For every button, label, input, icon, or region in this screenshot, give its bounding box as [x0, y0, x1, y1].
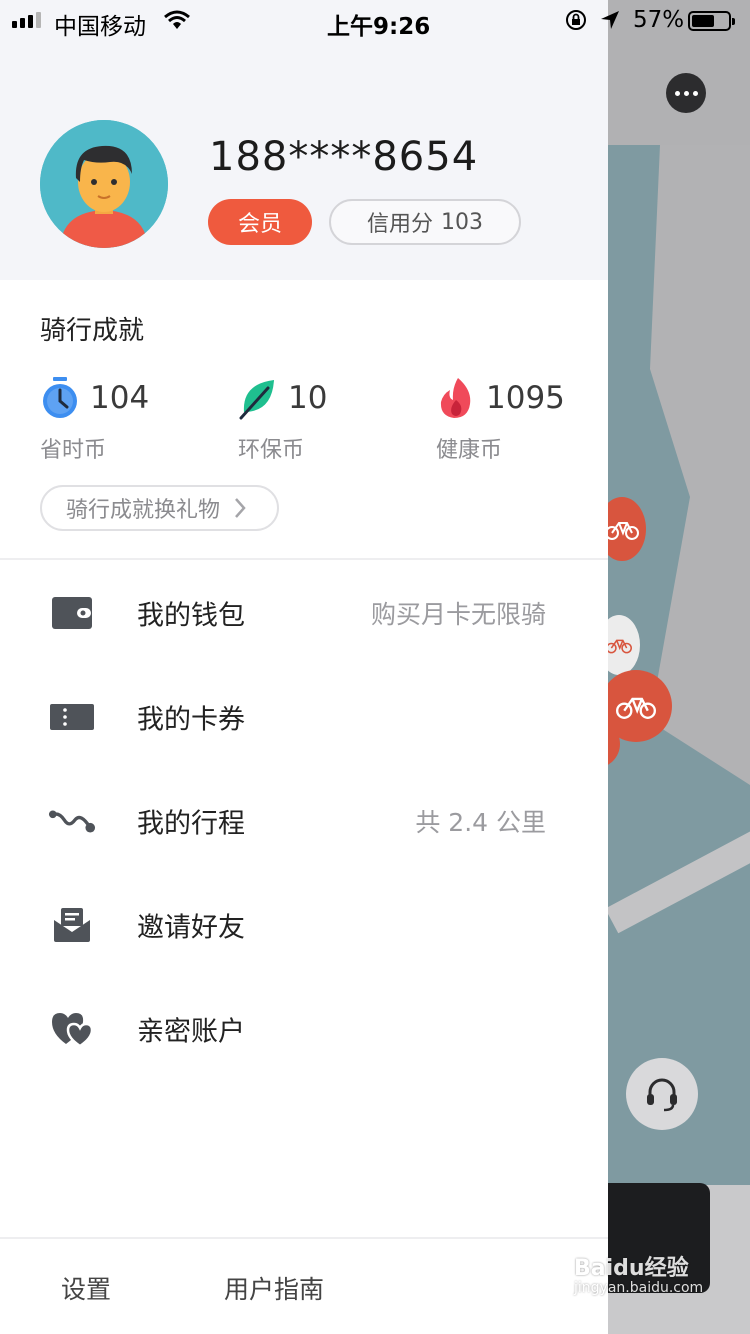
user-avatar-icon [40, 120, 168, 248]
menu-item-family-account[interactable]: 亲密账户 [0, 977, 608, 1081]
wallet-promo: 购买月卡无限骑 [370, 600, 546, 629]
credit-score-badge[interactable]: 信用分 103 [329, 199, 521, 245]
watermark-brand: Baidu经验 [574, 1256, 689, 1281]
baidu-watermark: Baidu经验 jingyan.baidu.com [574, 1250, 750, 1296]
chevron-right-icon [235, 498, 246, 518]
stopwatch-icon [43, 377, 77, 418]
side-drawer: 188****8654 会员 信用分 103 骑行成就 104 省时币 10 环… [0, 0, 608, 1334]
eco-coin-label: 环保币 [238, 438, 305, 463]
stat-eco-coin[interactable]: 10 环保币 [238, 372, 418, 464]
stat-time-coin[interactable]: 104 省时币 [40, 372, 220, 464]
trips-distance: 共 2.4 公里 [415, 808, 546, 837]
menu-item-trips[interactable]: 我的行程 共 2.4 公里 [0, 769, 608, 873]
credit-value: 103 [441, 209, 483, 235]
avatar[interactable] [40, 120, 168, 248]
footer-divider [0, 1237, 608, 1239]
leaf-icon [239, 380, 274, 420]
watermark-url: jingyan.baidu.com [574, 1280, 704, 1296]
signal-icon [12, 12, 41, 28]
customer-service-button[interactable] [626, 1058, 698, 1130]
menu-item-invite[interactable]: 邀请好友 [0, 873, 608, 977]
stat-health-coin[interactable]: 1095 健康币 [436, 372, 616, 464]
time-coin-label: 省时币 [40, 438, 107, 463]
family-account-label: 亲密账户 [137, 1016, 245, 1048]
wallet-icon [52, 597, 92, 629]
user-phone: 188****8654 [209, 134, 479, 180]
hearts-icon [52, 1013, 94, 1048]
credit-label: 信用分 [366, 212, 433, 237]
section-divider [0, 558, 608, 560]
menu-item-coupons[interactable]: 我的卡券 [0, 665, 608, 769]
invite-label: 邀请好友 [137, 912, 245, 944]
bike-icon [616, 697, 656, 719]
bike-icon [605, 522, 639, 540]
status-bar: 中国移动 上午9:26 57% [0, 0, 750, 40]
invite-mail-icon [54, 908, 90, 942]
headset-icon [647, 1078, 677, 1112]
ticket-icon [50, 704, 94, 730]
route-icon [48, 810, 96, 833]
carrier-name: 中国移动 [54, 14, 146, 40]
settings-link[interactable]: 设置 [61, 1270, 111, 1306]
time-coin-value: 104 [90, 380, 150, 416]
message-icon[interactable] [666, 73, 706, 113]
redeem-gifts-button[interactable]: 骑行成就换礼物 [40, 485, 279, 531]
battery-percent: 57% [633, 7, 685, 33]
flame-icon [440, 378, 471, 418]
location-arrow-icon [601, 11, 619, 29]
health-coin-value: 1095 [486, 380, 565, 416]
eco-coin-value: 10 [288, 380, 328, 416]
user-guide-link[interactable]: 用户指南 [224, 1270, 324, 1306]
wallet-label: 我的钱包 [137, 600, 245, 632]
clock: 上午9:26 [327, 14, 431, 40]
health-coin-label: 健康币 [436, 438, 503, 463]
achievements-title: 骑行成就 [40, 316, 145, 346]
member-badge[interactable]: 会员 [208, 199, 312, 245]
battery-icon [688, 11, 735, 31]
wifi-icon [164, 10, 190, 29]
coupons-label: 我的卡券 [137, 704, 245, 736]
menu-item-wallet[interactable]: 我的钱包 购买月卡无限骑 [0, 561, 608, 665]
rotation-lock-icon [566, 10, 586, 30]
trips-label: 我的行程 [137, 808, 245, 840]
redeem-label: 骑行成就换礼物 [66, 498, 221, 523]
bike-icon [606, 639, 632, 654]
